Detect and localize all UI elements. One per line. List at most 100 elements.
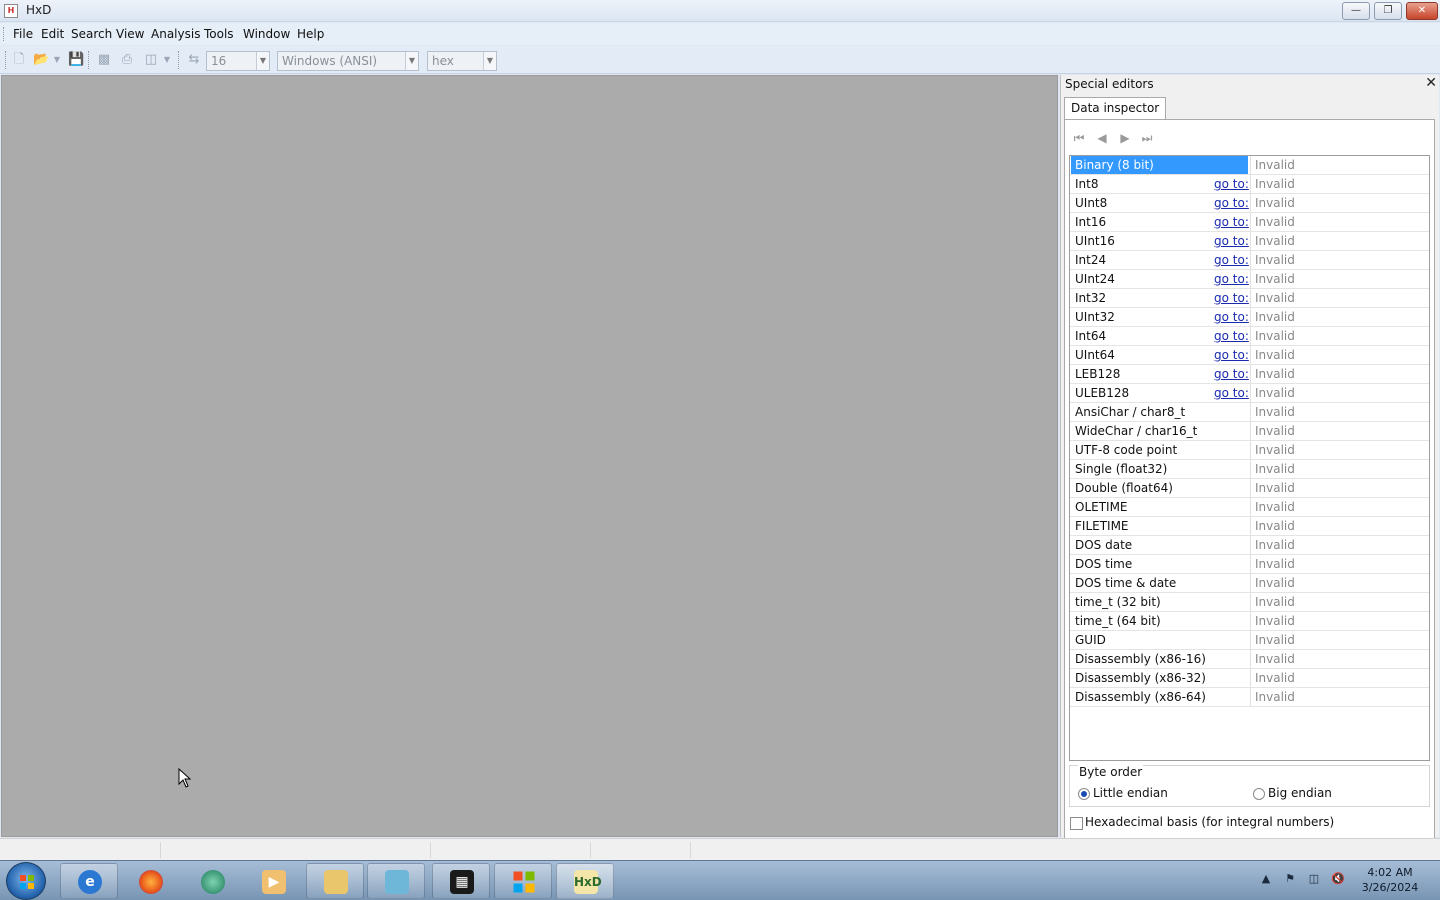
inspector-row[interactable]: OLETIME Invalid — [1070, 498, 1429, 517]
chevron-down-icon[interactable]: ▼ — [405, 52, 418, 70]
inspector-row-value[interactable]: Invalid — [1250, 612, 1429, 630]
goto-link[interactable]: go to: — [1214, 310, 1249, 324]
first-icon[interactable]: ⏮ — [1071, 130, 1087, 146]
little-endian-radio[interactable] — [1078, 788, 1090, 800]
taskbar-notepad[interactable] — [367, 863, 425, 899]
inspector-row[interactable]: Single (float32) Invalid — [1070, 460, 1429, 479]
inspector-row[interactable]: time_t (64 bit) Invalid — [1070, 612, 1429, 631]
inspector-row[interactable]: Disassembly (x86-16) Invalid — [1070, 650, 1429, 669]
inspector-row[interactable]: LEB128 go to: Invalid — [1070, 365, 1429, 384]
big-endian-label[interactable]: Big endian — [1268, 786, 1332, 800]
hxd-app-icon[interactable]: H — [4, 4, 18, 18]
close-button[interactable]: ✕ — [1406, 2, 1438, 20]
inspector-row-value[interactable]: Invalid — [1250, 593, 1429, 611]
start-button[interactable] — [6, 862, 46, 900]
inspector-row[interactable]: ULEB128 go to: Invalid — [1070, 384, 1429, 403]
inspector-row-value[interactable]: Invalid — [1250, 156, 1429, 174]
close-icon[interactable]: ✕ — [1425, 75, 1437, 91]
action-center-flag-icon[interactable]: ⚑ — [1283, 872, 1297, 886]
tab-data-inspector[interactable]: Data inspector — [1064, 97, 1167, 119]
inspector-row-value[interactable]: Invalid — [1250, 384, 1429, 402]
inspector-row-value[interactable]: Invalid — [1250, 555, 1429, 573]
inspector-row[interactable]: DOS time & date Invalid — [1070, 574, 1429, 593]
inspector-row-value[interactable]: Invalid — [1250, 460, 1429, 478]
goto-link[interactable]: go to: — [1214, 177, 1249, 191]
show-hidden-icons-icon[interactable]: ▲ — [1259, 872, 1273, 886]
goto-link[interactable]: go to: — [1214, 367, 1249, 381]
goto-link[interactable]: go to: — [1214, 234, 1249, 248]
inspector-row-value[interactable]: Invalid — [1250, 517, 1429, 535]
taskbar-windows-app[interactable] — [494, 863, 552, 899]
inspector-row-value[interactable]: Invalid — [1250, 365, 1429, 383]
inspector-row[interactable]: UInt16 go to: Invalid — [1070, 232, 1429, 251]
editor-workspace[interactable] — [1, 75, 1058, 837]
inspector-row[interactable]: GUID Invalid — [1070, 631, 1429, 650]
goto-link[interactable]: go to: — [1214, 196, 1249, 210]
inspector-row-value[interactable]: Invalid — [1250, 403, 1429, 421]
inspector-row-value[interactable]: Invalid — [1250, 441, 1429, 459]
inspector-row[interactable]: UInt8 go to: Invalid — [1070, 194, 1429, 213]
inspector-row[interactable]: DOS time Invalid — [1070, 555, 1429, 574]
menu-tools[interactable]: Tools — [204, 27, 234, 41]
taskbar-file-explorer[interactable] — [306, 863, 364, 899]
inspector-row[interactable]: AnsiChar / char8_t Invalid — [1070, 403, 1429, 422]
hex-basis-label[interactable]: Hexadecimal basis (for integral numbers) — [1085, 815, 1334, 829]
inspector-row[interactable]: time_t (32 bit) Invalid — [1070, 593, 1429, 612]
inspector-row-value[interactable]: Invalid — [1250, 650, 1429, 668]
taskbar-hxd[interactable]: HxD — [556, 863, 614, 899]
big-endian-radio[interactable] — [1253, 788, 1265, 800]
maximize-button[interactable]: ❐ — [1374, 2, 1402, 20]
menu-analysis[interactable]: Analysis — [151, 27, 200, 41]
inspector-row-value[interactable]: Invalid — [1250, 194, 1429, 212]
goto-link[interactable]: go to: — [1214, 253, 1249, 267]
previous-icon[interactable]: ◀ — [1094, 130, 1110, 146]
inspector-row-value[interactable]: Invalid — [1250, 213, 1429, 231]
menu-window[interactable]: Window — [243, 27, 290, 41]
inspector-row-value[interactable]: Invalid — [1250, 422, 1429, 440]
open-dropdown-icon[interactable]: ▼ — [52, 52, 62, 68]
inspector-row-value[interactable]: Invalid — [1250, 308, 1429, 326]
inspector-row[interactable]: Int24 go to: Invalid — [1070, 251, 1429, 270]
taskbar-video-editor[interactable]: ▦ — [432, 863, 490, 899]
taskbar-internet-explorer[interactable]: e — [60, 863, 118, 899]
new-file-icon[interactable]: 🗋 — [11, 52, 27, 68]
inspector-row-value[interactable]: Invalid — [1250, 346, 1429, 364]
inspector-row-value[interactable]: Invalid — [1250, 270, 1429, 288]
goto-link[interactable]: go to: — [1214, 215, 1249, 229]
data-inspector-grid[interactable]: Binary (8 bit) Invalid Int8 go to: Invalid UI… — [1069, 155, 1430, 761]
inspector-row[interactable]: Disassembly (x86-32) Invalid — [1070, 669, 1429, 688]
inspector-row[interactable]: Binary (8 bit) Invalid — [1070, 156, 1429, 175]
chevron-down-icon[interactable]: ▼ — [483, 52, 496, 70]
chevron-down-icon[interactable]: ▼ — [256, 52, 269, 70]
inspector-row[interactable]: UInt24 go to: Invalid — [1070, 270, 1429, 289]
menu-file[interactable]: File — [13, 27, 33, 41]
close-file-icon[interactable]: ▩ — [96, 52, 112, 68]
inspector-row-value[interactable]: Invalid — [1250, 175, 1429, 193]
save-icon[interactable]: 💾 — [68, 52, 84, 68]
inspector-row[interactable]: UInt64 go to: Invalid — [1070, 346, 1429, 365]
inspector-row-value[interactable]: Invalid — [1250, 536, 1429, 554]
little-endian-label[interactable]: Little endian — [1093, 786, 1168, 800]
inspector-row-value[interactable]: Invalid — [1250, 574, 1429, 592]
inspector-row-value[interactable]: Invalid — [1250, 479, 1429, 497]
charset-select[interactable]: Windows (ANSI) ▼ — [277, 51, 419, 71]
next-icon[interactable]: ▶ — [1117, 130, 1133, 146]
inspector-row[interactable]: UTF-8 code point Invalid — [1070, 441, 1429, 460]
bytes-per-row-select[interactable]: 16 ▼ — [206, 51, 270, 71]
taskbar-firefox[interactable] — [121, 863, 179, 899]
inspector-row[interactable]: FILETIME Invalid — [1070, 517, 1429, 536]
open-file-icon[interactable]: 📂 — [33, 52, 49, 68]
print-icon[interactable]: ⎙ — [119, 52, 135, 68]
taskbar-chat-app[interactable] — [183, 863, 241, 899]
inspector-row[interactable]: Disassembly (x86-64) Invalid — [1070, 688, 1429, 707]
volume-muted-icon[interactable]: 🔇 — [1331, 872, 1345, 886]
goto-link[interactable]: go to: — [1214, 348, 1249, 362]
menu-search[interactable]: Search — [71, 27, 112, 41]
menu-edit[interactable]: Edit — [41, 27, 64, 41]
inspector-row[interactable]: Double (float64) Invalid — [1070, 479, 1429, 498]
inspector-row-value[interactable]: Invalid — [1250, 327, 1429, 345]
menu-help[interactable]: Help — [297, 27, 324, 41]
inspector-row-value[interactable]: Invalid — [1250, 498, 1429, 516]
inspector-row-value[interactable]: Invalid — [1250, 289, 1429, 307]
inspector-row[interactable]: Int32 go to: Invalid — [1070, 289, 1429, 308]
